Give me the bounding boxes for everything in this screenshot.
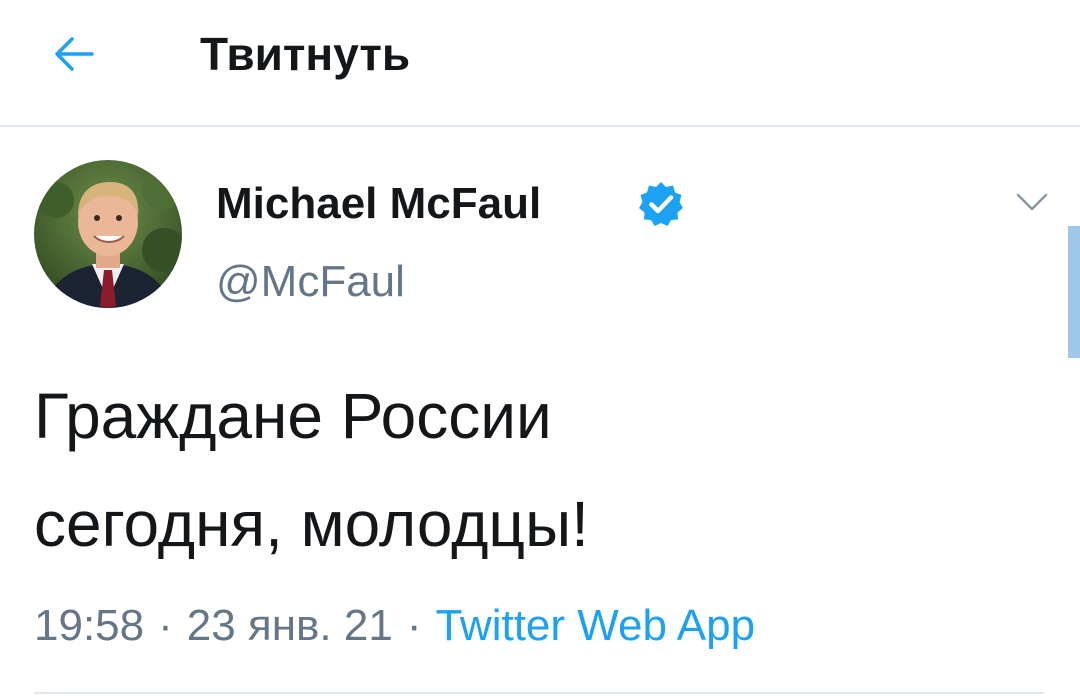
author-name[interactable]: Michael McFaul — [216, 176, 541, 232]
tweet-text-line: сегодня, молодцы! — [34, 488, 589, 560]
divider — [34, 692, 1044, 694]
avatar[interactable] — [34, 160, 182, 308]
tweet-detail-screen: Твитнуть Michael McFaul @McFaul Граждане… — [0, 0, 1080, 696]
tweet-time: 19:58 — [34, 601, 145, 650]
arrow-left-icon — [55, 37, 94, 71]
tweet-text-line: Граждане России — [34, 380, 552, 452]
tweet-meta: 19:58 · 23 янв. 21 · Twitter Web App — [34, 596, 755, 656]
separator: · — [406, 601, 422, 650]
separator: · — [158, 601, 173, 650]
tweet-text: Граждане России сегодня, молодцы! — [34, 362, 1044, 578]
tweet-source-link[interactable]: Twitter Web App — [435, 601, 755, 650]
author-handle[interactable]: @McFaul — [216, 254, 405, 310]
back-button[interactable] — [46, 26, 102, 82]
page-title: Твитнуть — [200, 28, 411, 80]
chevron-down-icon[interactable] — [1012, 188, 1052, 216]
top-bar: Твитнуть — [0, 0, 1080, 127]
tweet-date: 23 янв. 21 — [186, 601, 393, 650]
verified-badge-icon — [639, 182, 683, 226]
scrollbar[interactable] — [1068, 226, 1080, 358]
